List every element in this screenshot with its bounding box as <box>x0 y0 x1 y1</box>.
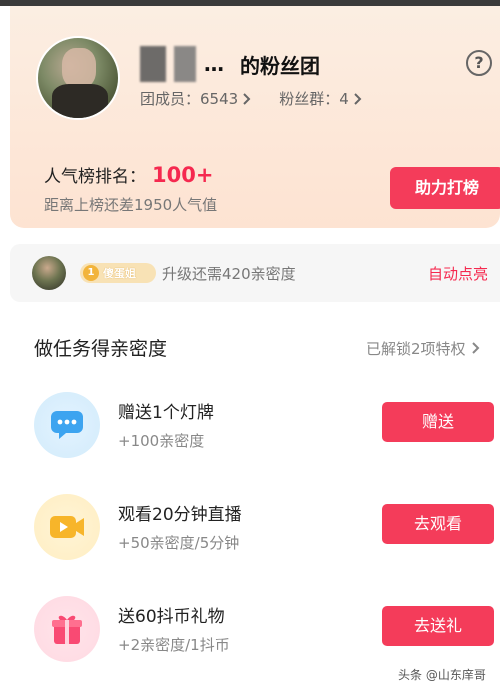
task-title: 送60抖币礼物 <box>118 607 225 627</box>
level-bar: 1 傻蛋姐 升级还需420亲密度 自动点亮 <box>10 244 500 302</box>
task-item: 送60抖币礼物 +2亲密度/1抖币 去送礼 <box>0 596 500 676</box>
upgrade-text: 升级还需420亲密度 <box>162 265 296 283</box>
fan-groups-link[interactable]: 粉丝群：4 <box>279 88 364 109</box>
unlocked-privileges-link[interactable]: 已解锁2项特权 <box>366 338 482 359</box>
task-reward: +100亲密度 <box>118 432 205 450</box>
tasks-title: 做任务得亲密度 <box>34 338 168 360</box>
fan-group-card: … 的粉丝团 ? 团成员：6543 粉丝群：4 人气榜排名： 100+ 距离上榜还… <box>10 6 500 228</box>
gift-icon <box>34 596 100 662</box>
rank-gap-text: 距离上榜还差1950人气值 <box>44 196 218 214</box>
name-suffix: 的粉丝团 <box>240 53 320 78</box>
boost-rank-button[interactable]: 助力打榜 <box>390 167 500 209</box>
fan-badge: 1 傻蛋姐 <box>80 263 156 283</box>
send-light-button[interactable]: 赠送 <box>382 402 494 442</box>
auto-light-link[interactable]: 自动点亮 <box>428 263 488 284</box>
user-avatar <box>32 256 66 290</box>
name-ellipsis: … <box>204 52 224 76</box>
task-reward: +50亲密度/5分钟 <box>118 534 240 552</box>
blurred-name-part <box>174 46 196 82</box>
chat-bubble-icon <box>34 392 100 458</box>
task-item: 赠送1个灯牌 +100亲密度 赠送 <box>0 392 500 472</box>
rank-value: 100+ <box>152 163 214 187</box>
task-title: 观看20分钟直播 <box>118 505 242 525</box>
unlock-label: 已解锁2项特权 <box>366 340 466 358</box>
video-camera-icon <box>34 494 100 560</box>
send-gift-button[interactable]: 去送礼 <box>382 606 494 646</box>
task-reward: +2亲密度/1抖币 <box>118 636 230 654</box>
badge-level: 1 <box>83 265 99 281</box>
members-label: 团成员：6543 <box>140 90 239 108</box>
chevron-right-icon <box>243 92 251 105</box>
watch-live-button[interactable]: 去观看 <box>382 504 494 544</box>
blurred-name-part <box>140 46 166 82</box>
chevron-right-icon <box>354 92 362 105</box>
task-title: 赠送1个灯牌 <box>118 403 214 423</box>
rank-label: 人气榜排名： <box>44 167 146 187</box>
task-item: 观看20分钟直播 +50亲密度/5分钟 去观看 <box>0 494 500 574</box>
badge-label: 傻蛋姐 <box>103 267 136 280</box>
rank-row: 人气榜排名： 100+ <box>44 162 213 187</box>
group-stats: 团成员：6543 粉丝群：4 <box>140 88 364 109</box>
avatar[interactable] <box>36 36 120 120</box>
fan-group-name: … 的粉丝团 <box>140 44 320 84</box>
help-icon[interactable]: ? <box>466 50 492 76</box>
members-link[interactable]: 团成员：6543 <box>140 88 253 109</box>
watermark-text: 头条 @山东庠哥 <box>398 668 486 682</box>
chevron-right-icon <box>472 342 480 354</box>
groups-label: 粉丝群：4 <box>279 90 349 108</box>
